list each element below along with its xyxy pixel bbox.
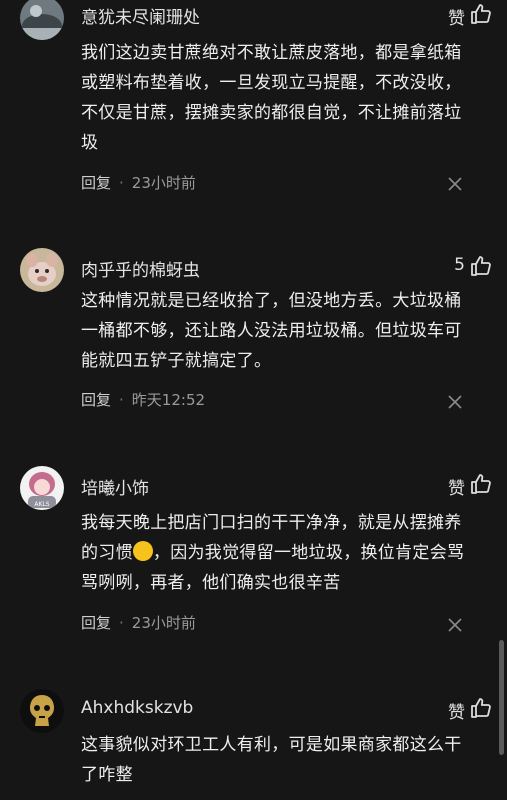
comment-author[interactable]: 培曦小饰 <box>81 474 149 499</box>
thumbs-up-icon[interactable] <box>469 2 493 26</box>
comment-text: 这事貌似对环卫工人有利，可是如果商家都这么干了咋整 <box>81 735 462 785</box>
like-count[interactable]: 赞 <box>448 474 465 499</box>
close-icon[interactable] <box>448 618 462 632</box>
comment-text: 我每天晚上把店门口扫的干干净净，就是从摆摊养的习惯 ，因为我觉得留一地垃圾，换位肯… <box>81 513 465 593</box>
svg-text:AKLS: AKLS <box>34 501 49 508</box>
comment-time: 昨天12:52 <box>131 391 206 409</box>
reply-button[interactable]: 回复 <box>81 174 111 192</box>
comment-author[interactable]: Ahxhdkskzvb <box>81 698 193 718</box>
reply-button[interactable]: 回复 <box>81 614 111 632</box>
comment-time: 23小时前 <box>131 174 196 192</box>
scrollbar[interactable] <box>499 640 504 755</box>
comment-text: 我们这边卖甘蔗绝对不敢让蔗皮落地，都是拿纸箱或塑料布垫着收，一旦发现立马提醒，不… <box>81 43 462 153</box>
like-count[interactable]: 赞 <box>448 698 465 723</box>
close-icon[interactable] <box>448 177 462 191</box>
avatar[interactable]: AKLS <box>20 466 64 510</box>
close-icon[interactable] <box>448 395 462 409</box>
avatar[interactable] <box>20 248 64 292</box>
comment-time: 23小时前 <box>131 614 196 632</box>
like-count[interactable]: 赞 <box>448 4 465 29</box>
comment-meta: 回复 · 23小时前 <box>81 174 196 192</box>
comment-author[interactable]: 肉乎乎的棉蚜虫 <box>81 256 200 281</box>
comment-meta: 回复 · 昨天12:52 <box>81 391 206 409</box>
thumbs-up-icon[interactable] <box>469 696 493 720</box>
comment-text: 这种情况就是已经收拾了，但没地方丢。大垃圾桶一桶都不够，还让路人没法用垃圾桶。但… <box>81 291 462 371</box>
like-count[interactable]: 5 <box>454 255 465 275</box>
avatar[interactable] <box>20 0 64 40</box>
comment-meta: 回复 · 23小时前 <box>81 614 196 632</box>
reply-button[interactable]: 回复 <box>81 391 111 409</box>
avatar[interactable] <box>20 689 64 733</box>
strong-arm-emoji <box>132 541 153 561</box>
thumbs-up-icon[interactable] <box>469 254 493 278</box>
comment-author[interactable]: 意犹未尽阑珊处 <box>81 3 200 28</box>
thumbs-up-icon[interactable] <box>469 472 493 496</box>
